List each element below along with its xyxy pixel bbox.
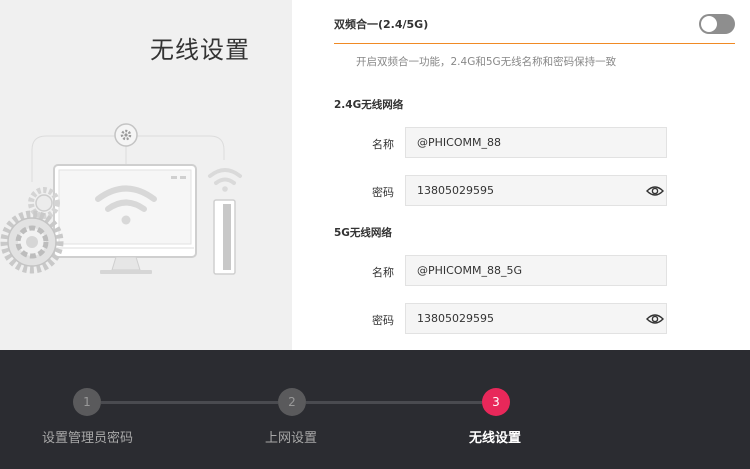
wireless-settings-form: 双频合一(2.4/5G) 开启双频合一功能，2.4G和5G无线名称和密码保持一致… <box>292 0 750 350</box>
band-24g-password-input[interactable] <box>406 176 666 205</box>
setup-stepper: 1 2 3 设置管理员密码 上网设置 无线设置 <box>0 350 750 469</box>
router-illustration <box>0 123 242 275</box>
dual-band-hint: 开启双频合一功能，2.4G和5G无线名称和密码保持一致 <box>356 56 617 68</box>
band-24g-password-field <box>405 175 667 206</box>
page-title: 无线设置 <box>150 36 250 64</box>
small-gear-icon <box>114 123 138 147</box>
step-connector <box>306 401 482 404</box>
band-5g-password-label: 密码 <box>372 314 394 327</box>
band-24g-name-label: 名称 <box>372 138 394 151</box>
step-1-label: 设置管理员密码 <box>42 431 134 446</box>
step-connector <box>101 401 278 404</box>
band-5g-password-field <box>405 303 667 334</box>
step-3-label: 无线设置 <box>469 431 522 446</box>
toggle-knob <box>701 16 717 32</box>
step-3-circle: 3 <box>482 388 510 416</box>
band-24g-heading: 2.4G无线网络 <box>334 99 404 111</box>
step-2-label: 上网设置 <box>265 431 318 446</box>
dual-band-row: 双频合一(2.4/5G) <box>334 0 735 44</box>
band-5g-name-input[interactable] <box>406 256 666 285</box>
band-24g-name-field <box>405 127 667 158</box>
step-2-circle: 2 <box>278 388 306 416</box>
large-gear-icon <box>0 210 64 274</box>
band-24g-password-label: 密码 <box>372 186 394 199</box>
illustration-panel: 无线设置 <box>0 0 292 350</box>
band-5g-name-label: 名称 <box>372 266 394 279</box>
step-1-circle: 1 <box>73 388 101 416</box>
band-24g-name-input[interactable] <box>406 128 666 157</box>
eye-icon[interactable] <box>646 184 664 198</box>
band-5g-heading: 5G无线网络 <box>334 227 392 239</box>
band-5g-password-input[interactable] <box>406 304 666 333</box>
eye-icon[interactable] <box>646 312 664 326</box>
band-5g-name-field <box>405 255 667 286</box>
dual-band-toggle[interactable] <box>699 14 735 34</box>
dual-band-label: 双频合一(2.4/5G) <box>334 18 429 31</box>
